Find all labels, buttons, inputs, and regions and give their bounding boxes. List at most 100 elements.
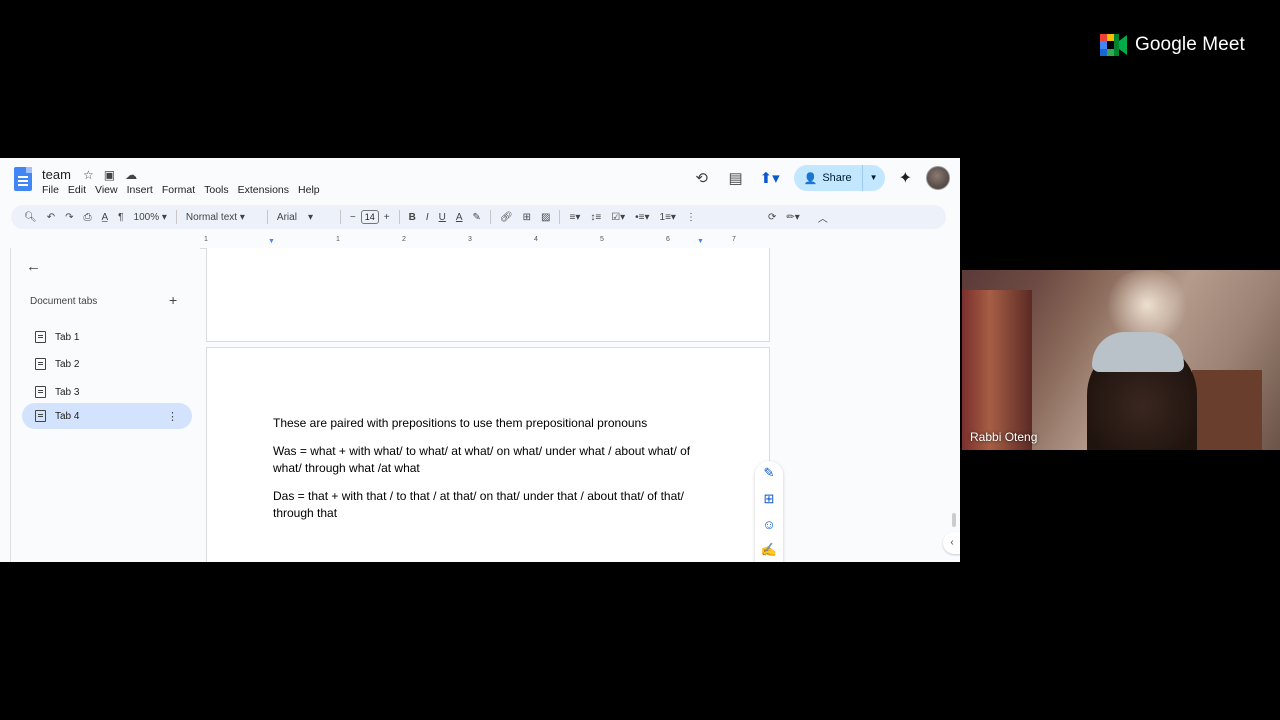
tab-options-icon[interactable]: ⋮ <box>167 410 178 423</box>
style-value: Normal text <box>185 211 238 223</box>
paragraph[interactable]: Was = what + with what/ to what/ at what… <box>273 443 703 477</box>
star-icon[interactable]: ☆ <box>83 168 94 182</box>
tab-label: Tab 3 <box>55 386 80 398</box>
zoom-value: 100% <box>133 211 160 223</box>
undo-icon[interactable]: ↶ <box>42 212 60 223</box>
more-options-icon[interactable]: ⋮ <box>681 212 701 223</box>
present-meeting-icon[interactable]: ⬆▾ <box>760 169 780 187</box>
title-actions: ☆ ▣ ☁ <box>83 168 137 182</box>
emoji-reaction-icon[interactable]: ☺ <box>762 517 775 532</box>
insert-image-icon[interactable]: ▨ <box>536 212 555 223</box>
font-size-input[interactable]: 14 <box>360 210 379 224</box>
font-select[interactable]: Arial ▾ <box>272 212 336 223</box>
tab-1[interactable]: Tab 1 <box>22 324 192 350</box>
move-folder-icon[interactable]: ▣ <box>104 168 115 182</box>
italic-icon[interactable]: I <box>421 212 434 223</box>
line-spacing-icon[interactable]: ↕≡ <box>585 212 606 223</box>
docs-logo-icon[interactable] <box>14 167 32 191</box>
add-tab-icon[interactable]: + <box>169 292 177 308</box>
ruler-number: 1 <box>336 236 340 243</box>
cloud-status-icon[interactable]: ☁ <box>125 168 137 182</box>
editing-mode-icon[interactable]: ✏▾ <box>781 212 804 223</box>
document-page[interactable] <box>206 248 770 342</box>
ruler-number: 2 <box>402 236 406 243</box>
menu-tools[interactable]: Tools <box>204 184 229 196</box>
ruler-number: 6 <box>666 236 670 243</box>
tab-2[interactable]: Tab 2 <box>22 351 192 377</box>
checklist-icon[interactable]: ☑▾ <box>606 212 630 223</box>
tab-3[interactable]: Tab 3 <box>22 379 192 405</box>
text-color-icon[interactable]: A <box>451 212 468 223</box>
menu-help[interactable]: Help <box>298 184 320 196</box>
ruler-number: 5 <box>600 236 604 243</box>
underline-icon[interactable]: U <box>434 212 451 223</box>
zoom-select[interactable]: 100% ▾ <box>129 212 172 223</box>
tab-label: Tab 2 <box>55 358 80 370</box>
add-comment-icon[interactable]: ⊞ <box>518 212 536 223</box>
participant-video-tile[interactable]: Rabbi Oteng <box>962 270 1280 450</box>
hide-menus-icon[interactable]: ︿ <box>813 210 833 225</box>
docs-title-bar: team ☆ ▣ ☁ File Edit View Insert Format … <box>0 158 960 200</box>
back-arrow-icon[interactable]: ← <box>26 258 41 275</box>
font-value: Arial <box>276 211 297 223</box>
add-comment-icon[interactable]: ⊞ <box>764 491 775 507</box>
suggest-edits-icon[interactable]: ✍ <box>761 542 777 558</box>
insert-link-icon[interactable]: 🔗︎ <box>495 212 518 223</box>
share-label: Share <box>822 172 852 184</box>
menu-bar: File Edit View Insert Format Tools Exten… <box>42 184 320 196</box>
google-meet-logo: Google Meet <box>1100 34 1245 56</box>
floating-actions: ✎ ⊞ ☺ ✍ <box>755 461 783 562</box>
tab-label: Tab 1 <box>55 331 80 343</box>
right-indent-marker-icon[interactable]: ▼ <box>697 238 704 245</box>
tab-4[interactable]: Tab 4 ⋮ <box>22 403 192 429</box>
paint-format-icon[interactable]: ¶ <box>113 212 128 223</box>
tab-label: Tab 4 <box>55 410 80 422</box>
search-menus-icon[interactable]: 🔍︎ <box>19 212 42 223</box>
comments-icon[interactable]: ▤ <box>726 169 746 187</box>
edit-assist-icon[interactable]: ✎ <box>764 465 775 481</box>
increase-font-size-icon[interactable]: + <box>379 212 395 223</box>
menu-insert[interactable]: Insert <box>127 184 153 196</box>
avatar[interactable] <box>926 166 950 190</box>
meet-camera-icon <box>1100 34 1127 56</box>
ai-assist-icon[interactable]: ⟳ <box>763 212 781 223</box>
paragraph[interactable]: These are paired with prepositions to us… <box>273 415 703 432</box>
gemini-sparkle-icon[interactable]: ✦ <box>899 168 912 188</box>
decrease-font-size-icon[interactable]: − <box>345 212 361 223</box>
highlight-icon[interactable]: ✎ <box>468 212 486 223</box>
google-docs-window: team ☆ ▣ ☁ File Edit View Insert Format … <box>0 158 960 562</box>
left-indent-marker-icon[interactable]: ▼ <box>268 238 275 245</box>
page-icon <box>35 331 46 343</box>
style-select[interactable]: Normal text ▾ <box>181 212 263 223</box>
spellcheck-icon[interactable]: A̲ <box>96 212 113 223</box>
menu-extensions[interactable]: Extensions <box>238 184 289 196</box>
bold-icon[interactable]: B <box>404 212 421 223</box>
page-icon <box>35 410 46 422</box>
meet-brand-text: Google Meet <box>1135 34 1245 55</box>
document-page[interactable]: These are paired with prepositions to us… <box>206 347 770 562</box>
page-icon <box>35 358 46 370</box>
collapse-panel-icon[interactable]: ‹ <box>943 532 960 554</box>
paragraph[interactable]: Das = that + with that / to that / at th… <box>273 488 703 522</box>
numbered-list-icon[interactable]: 1≡▾ <box>655 212 681 223</box>
people-icon: 👤 <box>803 172 818 185</box>
scrollbar[interactable] <box>952 513 956 527</box>
menu-view[interactable]: View <box>95 184 118 196</box>
share-dropdown-icon[interactable]: ▼ <box>861 165 885 191</box>
menu-edit[interactable]: Edit <box>68 184 86 196</box>
top-right-actions: ⟲ ▤ ⬆▾ 👤 Share ▼ ✦ <box>692 165 950 191</box>
ruler-number: 7 <box>732 236 736 243</box>
ruler-number: 3 <box>468 236 472 243</box>
version-history-icon[interactable]: ⟲ <box>692 169 712 187</box>
align-icon[interactable]: ≡▾ <box>564 212 585 223</box>
redo-icon[interactable]: ↷ <box>60 212 78 223</box>
page-icon <box>35 386 46 398</box>
ruler-number: 4 <box>534 236 538 243</box>
share-button[interactable]: 👤 Share ▼ <box>793 165 885 191</box>
document-title[interactable]: team <box>42 167 71 182</box>
menu-format[interactable]: Format <box>162 184 195 196</box>
menu-file[interactable]: File <box>42 184 59 196</box>
bulleted-list-icon[interactable]: •≡▾ <box>630 212 654 223</box>
print-icon[interactable]: ⎙ <box>78 212 96 223</box>
ruler-number: 1 <box>204 236 208 243</box>
